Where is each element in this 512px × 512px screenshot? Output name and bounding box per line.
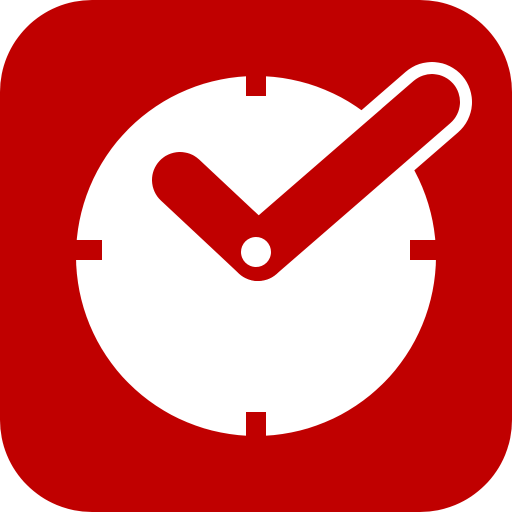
tick-12: [246, 70, 266, 96]
clock-checkmark-icon: [0, 0, 512, 512]
app-icon: [0, 0, 512, 512]
tick-3: [410, 240, 440, 260]
tick-6: [246, 412, 266, 440]
tick-9: [72, 240, 102, 260]
clock-center-dot: [241, 237, 271, 267]
